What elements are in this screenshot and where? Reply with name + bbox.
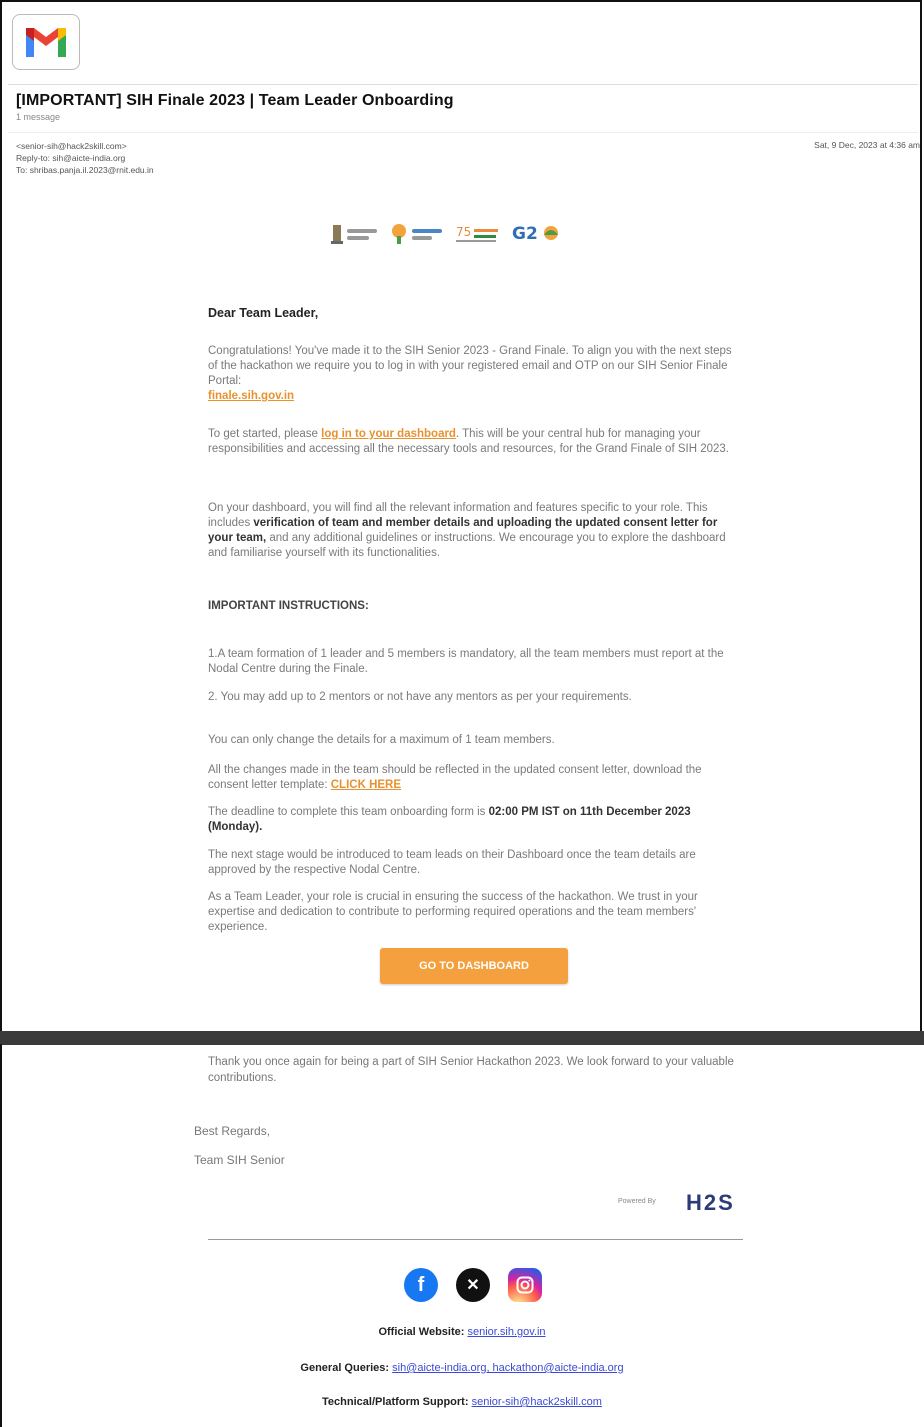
reply-to: Reply-to: sih@aicte-india.org [16, 153, 126, 163]
features-paragraph: On your dashboard, you will find all the… [208, 502, 726, 559]
general-queries-line: General Queries: sih@aicte-india.org, ha… [300, 1362, 624, 1374]
instruction-1: 1.A team formation of 1 leader and 5 mem… [208, 648, 724, 675]
instruction-6: The next stage would be introduced to te… [208, 849, 696, 876]
svg-text:75: 75 [456, 225, 471, 239]
header-divider [8, 84, 918, 85]
sih-logo-icon [389, 223, 442, 245]
page-divider [0, 1031, 924, 1045]
official-website-line: Official Website: senior.sih.gov.in [378, 1326, 546, 1338]
social-links: f ✕ [404, 1268, 542, 1302]
azadi-logo-icon: 75 [454, 223, 500, 245]
svg-text:G2: G2 [512, 224, 538, 244]
instructions-title: IMPORTANT INSTRUCTIONS: [208, 600, 369, 612]
dashboard-paragraph: To get started, please log in to your da… [208, 428, 729, 455]
instruction-4: All the changes made in the team should … [208, 764, 702, 791]
support-line: Technical/Platform Support: senior-sih@h… [322, 1396, 602, 1408]
x-icon[interactable]: ✕ [456, 1268, 490, 1302]
footer-divider [208, 1239, 743, 1240]
website-link[interactable]: senior.sih.gov.in [467, 1326, 545, 1338]
instagram-icon[interactable] [508, 1268, 542, 1302]
email-date: Sat, 9 Dec, 2023 at 4:36 am [814, 140, 920, 150]
facebook-icon[interactable]: f [404, 1268, 438, 1302]
g20-logo-icon: G2 [512, 221, 560, 247]
h2s-logo: H2S [686, 1190, 735, 1215]
subject-divider [8, 132, 918, 133]
instruction-7: As a Team Leader, your role is crucial i… [208, 891, 698, 933]
regards-text: Best Regards, [194, 1124, 271, 1138]
consent-letter-link[interactable]: CLICK HERE [331, 779, 401, 791]
email-subject: [IMPORTANT] SIH Finale 2023 | Team Leade… [16, 92, 454, 109]
thanks-text: Thank you once again for being a part of… [208, 1056, 734, 1084]
recipient: To: shribas.panja.il.2023@rnit.edu.in [16, 165, 154, 175]
gmail-logo-icon[interactable] [12, 14, 80, 70]
message-count: 1 message [16, 112, 61, 122]
support-link[interactable]: senior-sih@hack2skill.com [472, 1396, 602, 1408]
instruction-5: The deadline to complete this team onboa… [208, 806, 691, 833]
powered-by-label: Powered By [618, 1198, 656, 1205]
dashboard-link[interactable]: log in to your dashboard [321, 428, 456, 440]
portal-link[interactable]: finale.sih.gov.in [208, 390, 294, 402]
team-signature: Team SIH Senior [194, 1153, 285, 1167]
instruction-3: You can only change the details for a ma… [208, 734, 555, 746]
instruction-2: 2. You may add up to 2 mentors or not ha… [208, 691, 632, 703]
go-to-dashboard-button[interactable]: GO TO DASHBOARD [380, 948, 568, 984]
sender-address: <senior-sih@hack2skill.com> [16, 141, 127, 151]
partner-logos: 75 G2 [330, 222, 560, 246]
greeting: Dear Team Leader, [208, 306, 319, 320]
ministry-logo-icon [330, 223, 377, 245]
sender-info: <senior-sih@hack2skill.com> Reply-to: si… [16, 140, 154, 176]
queries-link[interactable]: sih@aicte-india.org, hackathon@aicte-ind… [392, 1362, 623, 1374]
intro-paragraph: Congratulations! You've made it to the S… [208, 345, 732, 402]
